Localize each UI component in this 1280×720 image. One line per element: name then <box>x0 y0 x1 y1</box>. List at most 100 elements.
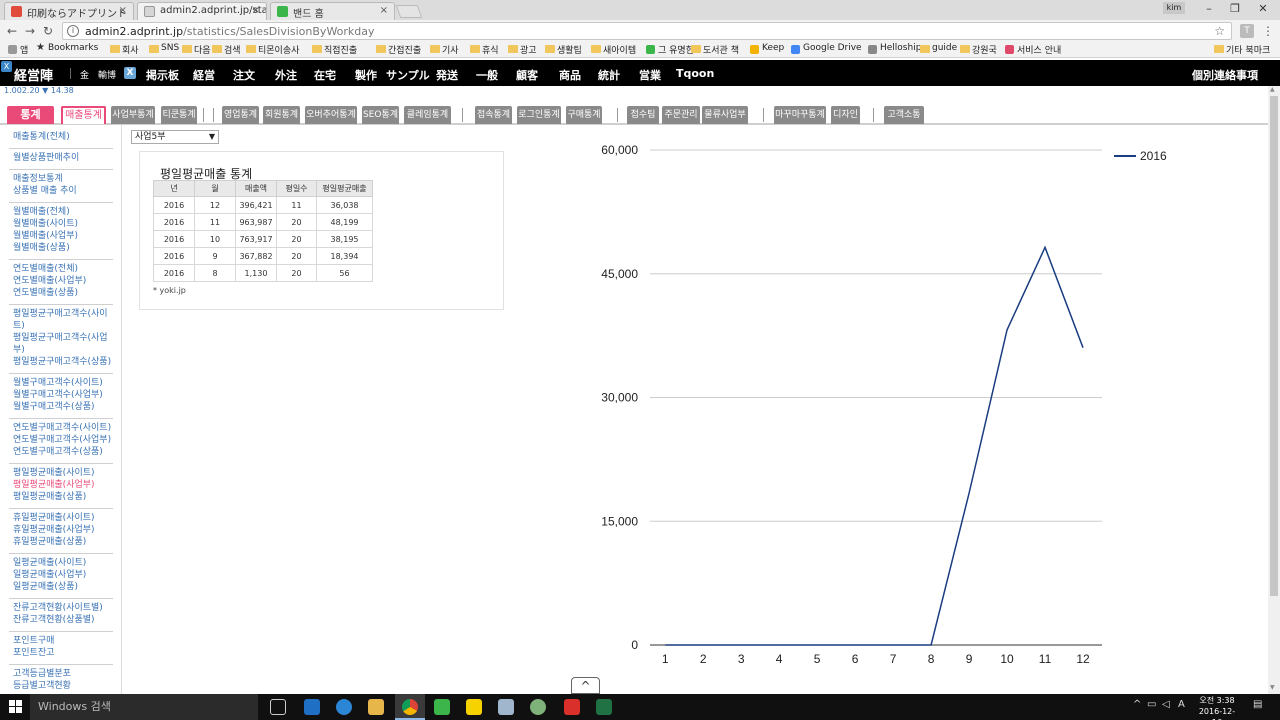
app-brand[interactable]: 経営陣 <box>14 65 53 84</box>
sidebar-link[interactable]: 월별매출(사이트) <box>13 218 113 230</box>
subtab[interactable]: 디자인 <box>831 106 860 124</box>
sidebar-link[interactable]: 평일평균구매고객수(사이트) <box>13 308 113 332</box>
bookmark-item[interactable]: SNS <box>149 43 179 53</box>
tray-up-icon[interactable]: ^ <box>1133 699 1141 710</box>
line-icon[interactable] <box>434 699 450 715</box>
subtab[interactable]: 물류사업부 <box>702 106 748 124</box>
subtab[interactable]: 마꾸마꾸통계 <box>774 106 826 124</box>
bookmark-item[interactable]: 기사 <box>430 43 459 56</box>
bookmark-item[interactable]: 간접진출 <box>376 43 421 56</box>
bookmark-item[interactable]: 그 유명한 <box>646 43 694 56</box>
sidebar-link[interactable]: 평일평균구매고객수(상품) <box>13 356 113 368</box>
window-close-icon[interactable]: ✕ <box>1250 1 1276 17</box>
sidebar-link[interactable]: 연도별구매고객수(상품) <box>13 446 113 458</box>
scrollbar-thumb[interactable] <box>1270 96 1278 596</box>
nav-item[interactable]: 経営 <box>193 67 215 83</box>
forward-arrow-icon[interactable]: → <box>22 23 38 39</box>
info-icon[interactable]: i <box>67 25 79 37</box>
app-icon[interactable] <box>530 699 546 715</box>
sidebar-link[interactable]: 월별구매고객수(사이트) <box>13 377 113 389</box>
scroll-to-top-button[interactable]: ^ <box>571 677 600 694</box>
close-icon[interactable]: × <box>252 5 260 16</box>
sidebar-link[interactable]: 포인트구매 <box>13 635 113 647</box>
bookmark-item[interactable]: 광고 <box>508 43 537 56</box>
nav-item[interactable]: 在宅 <box>314 67 336 83</box>
taskbar-search[interactable]: Windows 검색 <box>30 694 258 720</box>
subtab[interactable]: 클레임통계 <box>404 106 451 124</box>
sidebar-link[interactable]: 연도별매출(상품) <box>13 287 113 299</box>
reload-icon[interactable]: ↻ <box>40 23 56 39</box>
browser-tab-band[interactable]: 밴드 홈 × <box>270 2 395 20</box>
sidebar-link[interactable]: 일평균매출(사업부) <box>13 569 113 581</box>
subtab[interactable]: 구매통계 <box>566 106 602 124</box>
notepad-icon[interactable] <box>498 699 514 715</box>
profile-button[interactable]: kim <box>1163 2 1185 14</box>
extension-icon[interactable]: T <box>1240 24 1254 38</box>
sidebar-link[interactable]: 연도별매출(전체) <box>13 263 113 275</box>
subtab[interactable]: 통계 <box>7 106 54 124</box>
close-icon[interactable]: × <box>380 5 388 16</box>
bookmark-item[interactable]: 기타 북마크 <box>1214 43 1270 56</box>
task-view-icon[interactable] <box>270 699 286 715</box>
ie-icon[interactable] <box>336 699 352 715</box>
bookmark-item[interactable]: Keep <box>750 43 784 54</box>
sidebar-link[interactable]: 월별매출(전체) <box>13 206 113 218</box>
sidebar-link[interactable]: 고객등급별분포 <box>13 668 113 680</box>
subtab[interactable]: 사업부통계 <box>111 106 155 124</box>
sidebar-link[interactable]: 평일평균매출(상품) <box>13 491 113 503</box>
excel-icon[interactable] <box>596 699 612 715</box>
bookmark-item[interactable]: 직접진출 <box>312 43 357 56</box>
sidebar-link[interactable]: 휴일평균매출(사이트) <box>13 512 113 524</box>
nav-item[interactable]: 営業 <box>639 67 661 83</box>
subtab[interactable]: 티쿤통계 <box>161 106 197 124</box>
nav-item[interactable]: 顧客 <box>516 67 538 83</box>
back-arrow-icon[interactable]: ← <box>4 23 20 39</box>
subtab[interactable]: 접수팀 <box>627 106 659 124</box>
sidebar-link[interactable]: 상품별 매출 추이 <box>13 185 113 197</box>
subtab[interactable]: 매출통계 <box>61 106 106 124</box>
sidebar-link[interactable]: 월별매출(상품) <box>13 242 113 254</box>
nav-individual-notice[interactable]: 個別連絡事項 <box>1192 67 1258 83</box>
close-menu-icon[interactable]: X <box>1 61 12 72</box>
sidebar-link[interactable]: 평일평균구매고객수(사업부) <box>13 332 113 356</box>
scroll-down-icon[interactable]: ▼ <box>1270 684 1275 691</box>
taskbar-clock[interactable]: 오전 3:38 2016-12-16 <box>1195 695 1239 720</box>
nav-item[interactable]: Tqoon <box>676 67 714 80</box>
division-select[interactable]: 사업5부 ▼ <box>131 130 219 144</box>
subtab[interactable]: 회원통계 <box>263 106 300 124</box>
bookmark-item[interactable]: 다음 <box>182 43 211 56</box>
chrome-icon[interactable] <box>402 699 418 715</box>
subtab[interactable]: 고객소통 <box>884 106 924 124</box>
bookmark-item[interactable]: 검색 <box>212 43 241 56</box>
bookmark-item[interactable]: ★ Bookmarks <box>36 42 98 53</box>
windows-start-icon[interactable] <box>9 700 22 713</box>
address-bar[interactable]: i admin2.adprint.jp/statistics/SalesDivi… <box>62 22 1232 40</box>
nav-item[interactable]: 発送 <box>436 67 458 83</box>
bookmark-item[interactable]: 새아이템 <box>591 43 636 56</box>
subtab[interactable]: 영업통계 <box>222 106 259 124</box>
menu-icon[interactable]: ⋮ <box>1260 23 1276 39</box>
nav-item[interactable]: 掲示板 <box>146 67 179 83</box>
subtab[interactable]: 오버추어통계 <box>305 106 357 124</box>
sidebar-link[interactable]: 휴일평균매출(상품) <box>13 536 113 548</box>
nav-item[interactable]: サンプル <box>386 67 430 83</box>
edge-icon[interactable] <box>304 699 320 715</box>
bookmark-item[interactable]: guide <box>920 43 957 53</box>
sidebar-link[interactable]: 잔류고객현황(상품별) <box>13 614 113 626</box>
sidebar-link[interactable]: 월별매출(사업부) <box>13 230 113 242</box>
ime-icon[interactable]: A <box>1178 699 1185 710</box>
minimize-icon[interactable]: – <box>1196 1 1222 17</box>
network-icon[interactable]: ▭ <box>1147 699 1156 710</box>
nav-item[interactable]: 製作 <box>355 67 377 83</box>
sidebar-link[interactable]: 잔류고객현황(사이트별) <box>13 602 113 614</box>
bookmark-item[interactable]: 회사 <box>110 43 139 56</box>
sidebar-link[interactable]: 월별구매고객수(상품) <box>13 401 113 413</box>
sidebar-link[interactable]: 일평균매출(사이트) <box>13 557 113 569</box>
sidebar-link[interactable]: 휴일평균매출(사업부) <box>13 524 113 536</box>
sidebar-link[interactable]: 연도별구매고객수(사업부) <box>13 434 113 446</box>
kakaotalk-icon[interactable] <box>466 699 482 715</box>
restore-icon[interactable]: ❐ <box>1222 1 1248 17</box>
subtab[interactable]: 접속통계 <box>475 106 512 124</box>
sidebar-link[interactable]: 평일평균매출(사이트) <box>13 467 113 479</box>
browser-tab-adprint[interactable]: 印刷ならアドプリント × <box>4 2 134 20</box>
